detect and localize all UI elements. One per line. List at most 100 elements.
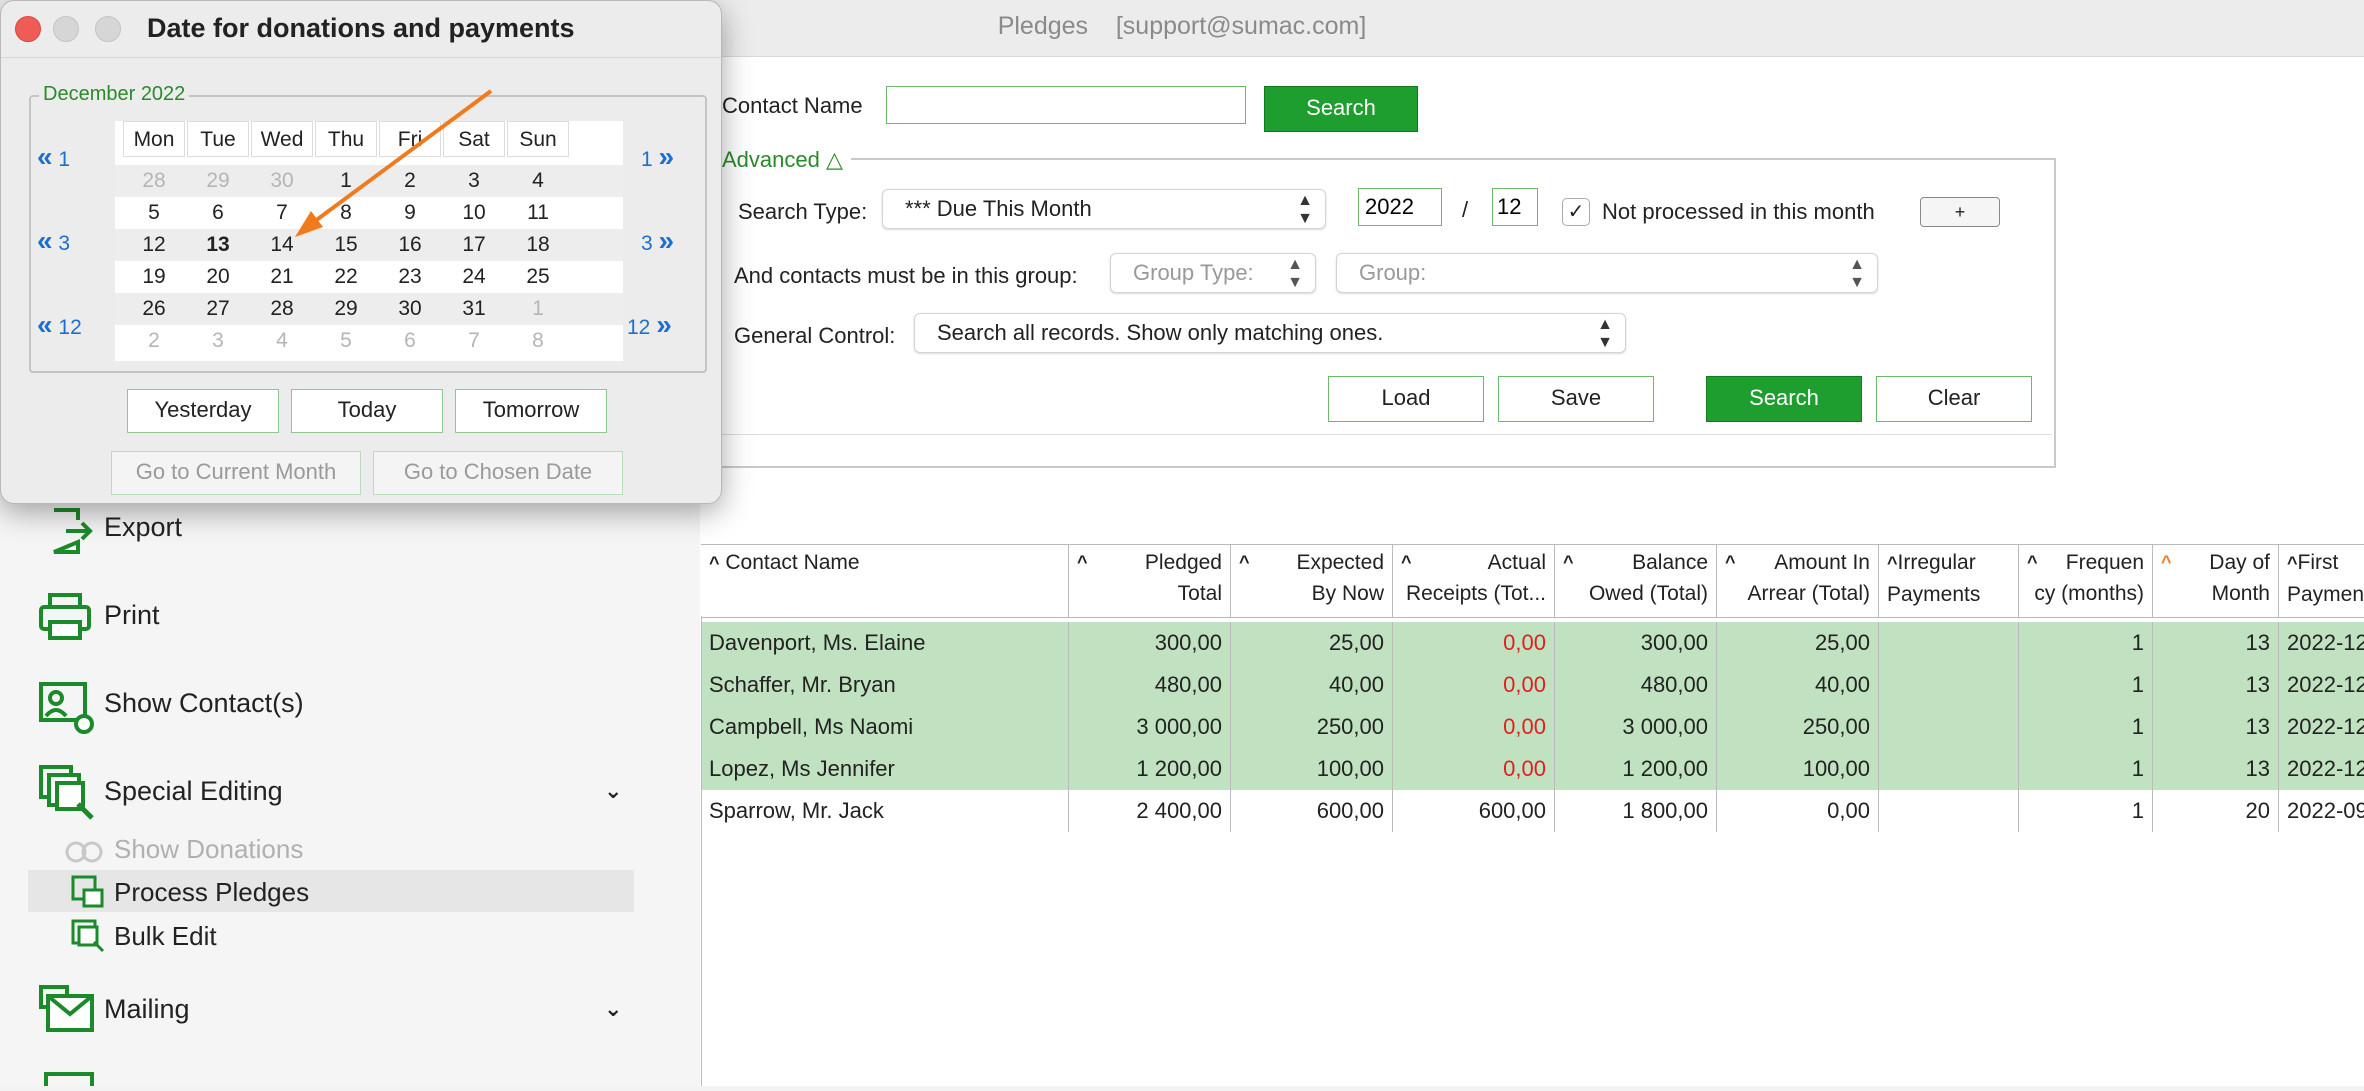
col-actual-receipts[interactable]: ^ Actual Receipts (Tot...	[1393, 545, 1555, 617]
table-row[interactable]: Davenport, Ms. Elaine 300,00 25,00 0,00 300,…	[701, 622, 2364, 664]
table-cell: 13	[2153, 622, 2279, 664]
calendar-day[interactable]: 5	[123, 197, 185, 229]
nav-show-contacts[interactable]: Show Contact(s)	[104, 688, 304, 719]
chevron-down-icon[interactable]: ⌄	[604, 778, 622, 804]
double-chevron-right-icon: »	[656, 309, 672, 340]
col-first-payment[interactable]: ^First Paymen	[2279, 545, 2364, 617]
maximize-window-button[interactable]	[95, 16, 121, 42]
today-button[interactable]: Today	[291, 389, 443, 433]
next-12-months-button[interactable]: 12 »	[627, 309, 672, 341]
table-cell: Lopez, Ms Jennifer	[701, 748, 1069, 790]
calendar-day[interactable]: 4	[251, 325, 313, 357]
weekday-header: Tue	[187, 121, 249, 157]
calendar-day[interactable]: 19	[123, 261, 185, 293]
prev-3-months-button[interactable]: « 3	[37, 225, 70, 257]
calendar-day[interactable]: 23	[379, 261, 441, 293]
advanced-toggle[interactable]: Advanced △	[722, 147, 851, 173]
clear-button[interactable]: Clear	[1876, 376, 2032, 422]
calendar-day[interactable]: 20	[187, 261, 249, 293]
general-control-select[interactable]: Search all records. Show only matching o…	[914, 313, 1626, 353]
table-cell: Campbell, Ms Naomi	[701, 706, 1069, 748]
table-cell: 1	[2019, 622, 2153, 664]
search-type-select[interactable]: *** Due This Month ▲ ▼	[882, 189, 1326, 229]
nav-mailing[interactable]: Mailing	[104, 994, 190, 1025]
group-select[interactable]: Group: ▲ ▼	[1336, 253, 1878, 293]
col-amount-in-arrear[interactable]: ^ Amount In Arrear (Total)	[1717, 545, 1879, 617]
table-cell: 13	[2153, 664, 2279, 706]
table-cell: 2022-12	[2287, 756, 2364, 781]
table-row[interactable]: Campbell, Ms Naomi 3 000,00 250,00 0,00 3 00…	[701, 706, 2364, 748]
table-cell: 0,00	[1393, 748, 1555, 790]
calendar-day[interactable]: 30	[379, 293, 441, 325]
month-input[interactable]	[1492, 188, 1538, 226]
calendar-day[interactable]: 6	[379, 325, 441, 357]
add-criteria-button[interactable]: +	[1920, 197, 2000, 227]
calendar-day[interactable]: 22	[315, 261, 377, 293]
calendar-day[interactable]: 3	[187, 325, 249, 357]
col-pledged-total[interactable]: ^ Pledged Total	[1069, 545, 1231, 617]
load-button[interactable]: Load	[1328, 376, 1484, 422]
more-nav-icon	[44, 1070, 94, 1091]
next-3-months-button[interactable]: 3 »	[641, 225, 674, 257]
col-balance-owed[interactable]: ^ Balance Owed (Total)	[1555, 545, 1717, 617]
contact-name-input[interactable]	[886, 86, 1246, 124]
yesterday-button[interactable]: Yesterday	[127, 389, 279, 433]
process-pledges-icon	[70, 874, 106, 915]
nav-bulk-edit[interactable]: Bulk Edit	[114, 921, 217, 952]
calendar-day[interactable]: 8	[507, 325, 569, 357]
col-expected-by-now[interactable]: ^ Expected By Now	[1231, 545, 1393, 617]
calendar-day[interactable]: 31	[443, 293, 505, 325]
calendar-day[interactable]: 24	[443, 261, 505, 293]
calendar-day[interactable]: 11	[507, 197, 569, 229]
chevron-down-icon[interactable]: ⌄	[604, 996, 622, 1022]
updown-icon: ▲ ▼	[1597, 316, 1613, 351]
group-type-select[interactable]: Group Type: ▲ ▼	[1110, 253, 1316, 293]
prev-1-month-button[interactable]: « 1	[37, 141, 70, 173]
nav-show-donations[interactable]: Show Donations	[114, 834, 303, 865]
table-row[interactable]: Lopez, Ms Jennifer 1 200,00 100,00 0,00 1 20…	[701, 748, 2364, 790]
nav-special-editing[interactable]: Special Editing	[104, 776, 283, 807]
calendar-day[interactable]: 6	[187, 197, 249, 229]
table-cell: 300,00	[1069, 622, 1231, 664]
calendar-day[interactable]: 28	[251, 293, 313, 325]
go-to-chosen-date-button[interactable]: Go to Chosen Date	[373, 451, 623, 495]
calendar-day[interactable]: 29	[187, 165, 249, 197]
table-row[interactable]: Schaffer, Mr. Bryan 480,00 40,00 0,00 480,00…	[701, 664, 2364, 706]
calendar-day[interactable]: 27	[187, 293, 249, 325]
col-day-of-month[interactable]: ^ Day of Month	[2153, 545, 2279, 617]
calendar-day[interactable]: 21	[251, 261, 313, 293]
calendar-day[interactable]: 18	[507, 229, 569, 261]
table-cell: 2022-12	[2287, 714, 2364, 739]
calendar-day[interactable]: 2	[123, 325, 185, 357]
search-button[interactable]: Search	[1706, 376, 1862, 422]
calendar-day[interactable]: 26	[123, 293, 185, 325]
calendar-day[interactable]: 7	[443, 325, 505, 357]
go-to-current-month-button[interactable]: Go to Current Month	[111, 451, 361, 495]
calendar-day[interactable]: 28	[123, 165, 185, 197]
nav-process-pledges[interactable]: Process Pledges	[114, 877, 309, 908]
minimize-window-button[interactable]	[53, 16, 79, 42]
year-input[interactable]	[1358, 188, 1442, 226]
calendar-day[interactable]: 4	[507, 165, 569, 197]
calendar-day[interactable]: 25	[507, 261, 569, 293]
col-contact-name[interactable]: ^ Contact Name	[701, 545, 1069, 617]
calendar-day[interactable]: 1	[507, 293, 569, 325]
close-window-button[interactable]	[15, 16, 41, 42]
weekday-header: Mon	[123, 121, 185, 157]
calendar-day[interactable]: 5	[315, 325, 377, 357]
col-frequency[interactable]: ^ Frequen cy (months)	[2019, 545, 2153, 617]
calendar-day[interactable]: 12	[123, 229, 185, 261]
calendar-day[interactable]: 29	[315, 293, 377, 325]
next-1-month-button[interactable]: 1 »	[641, 141, 674, 173]
col-irregular-payments[interactable]: ^Irregular Payments	[1879, 545, 2019, 617]
table-row[interactable]: Sparrow, Mr. Jack 2 400,00 600,00 600,00 1 8…	[701, 790, 2364, 832]
prev-12-months-button[interactable]: « 12	[37, 309, 82, 341]
show-contact-icon	[38, 678, 96, 741]
not-processed-checkbox[interactable]: ✓	[1562, 198, 1590, 226]
contact-search-button[interactable]: Search	[1264, 86, 1418, 132]
tomorrow-button[interactable]: Tomorrow	[455, 389, 607, 433]
nav-print[interactable]: Print	[104, 600, 160, 631]
nav-export[interactable]: Export	[104, 512, 182, 543]
save-button[interactable]: Save	[1498, 376, 1654, 422]
selected-day[interactable]: 13	[187, 229, 249, 261]
